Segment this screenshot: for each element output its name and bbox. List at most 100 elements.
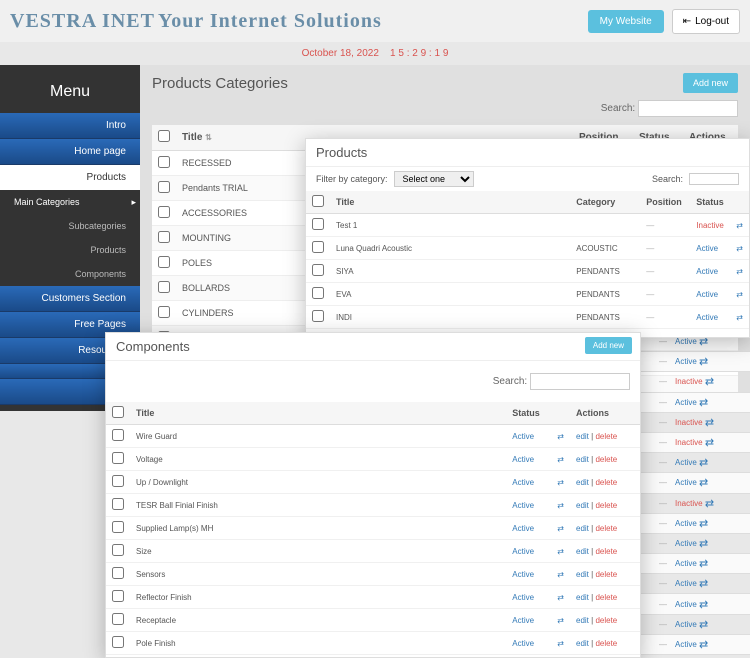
sync-icon[interactable]: ⇄ bbox=[699, 557, 708, 570]
sync-icon[interactable]: ⇄ bbox=[551, 563, 570, 586]
edit-link[interactable]: edit bbox=[576, 639, 589, 648]
sync-icon[interactable]: ⇄ bbox=[551, 540, 570, 563]
sync-icon[interactable]: ⇄ bbox=[730, 260, 749, 283]
menu-item[interactable]: Products bbox=[0, 165, 140, 190]
row-checkbox[interactable] bbox=[158, 281, 170, 293]
sync-icon[interactable]: ⇄ bbox=[699, 618, 708, 631]
edit-link[interactable]: edit bbox=[576, 616, 589, 625]
row-checkbox[interactable] bbox=[312, 287, 324, 299]
sync-icon[interactable]: ⇄ bbox=[699, 598, 708, 611]
pcol-category[interactable]: Category bbox=[570, 191, 640, 214]
sync-icon[interactable]: ⇄ bbox=[551, 517, 570, 540]
delete-link[interactable]: delete bbox=[595, 570, 617, 579]
row-checkbox[interactable] bbox=[112, 429, 124, 441]
edit-link[interactable]: edit bbox=[576, 501, 589, 510]
edit-link[interactable]: edit bbox=[576, 547, 589, 556]
menu-item[interactable]: Products bbox=[0, 238, 140, 262]
row-checkbox[interactable] bbox=[112, 567, 124, 579]
ccol-title[interactable]: Title bbox=[130, 402, 506, 425]
row-checkbox[interactable] bbox=[158, 181, 170, 193]
sync-icon[interactable]: ⇄ bbox=[699, 537, 708, 550]
sync-icon[interactable]: ⇄ bbox=[551, 471, 570, 494]
sync-icon[interactable]: ⇄ bbox=[730, 329, 749, 339]
edit-link[interactable]: edit bbox=[576, 478, 589, 487]
sync-icon[interactable]: ⇄ bbox=[705, 375, 714, 388]
pcol-status[interactable]: Status bbox=[690, 191, 730, 214]
products-search-input[interactable] bbox=[689, 173, 739, 185]
sync-icon[interactable]: ⇄ bbox=[699, 517, 708, 530]
row-checkbox[interactable] bbox=[158, 206, 170, 218]
edit-link[interactable]: edit bbox=[576, 524, 589, 533]
delete-link[interactable]: delete bbox=[595, 432, 617, 441]
row-checkbox[interactable] bbox=[112, 498, 124, 510]
sync-icon[interactable]: ⇄ bbox=[730, 214, 749, 237]
products-select-all[interactable] bbox=[312, 195, 324, 207]
row-checkbox[interactable] bbox=[158, 156, 170, 168]
delete-link[interactable]: delete bbox=[595, 524, 617, 533]
sync-icon[interactable]: ⇄ bbox=[699, 577, 708, 590]
sync-icon[interactable]: ⇄ bbox=[551, 655, 570, 658]
row-checkbox[interactable] bbox=[312, 310, 324, 322]
menu-item[interactable]: Components bbox=[0, 262, 140, 286]
pcol-title[interactable]: Title bbox=[330, 191, 570, 214]
sync-icon[interactable]: ⇄ bbox=[551, 632, 570, 655]
row-checkbox[interactable] bbox=[112, 475, 124, 487]
sync-icon[interactable]: ⇄ bbox=[730, 306, 749, 329]
row-checkbox[interactable] bbox=[112, 590, 124, 602]
sync-icon[interactable]: ⇄ bbox=[551, 494, 570, 517]
delete-link[interactable]: delete bbox=[595, 547, 617, 556]
delete-link[interactable]: delete bbox=[595, 478, 617, 487]
edit-link[interactable]: edit bbox=[576, 570, 589, 579]
bg-status: Active bbox=[675, 600, 697, 609]
row-checkbox[interactable] bbox=[112, 452, 124, 464]
delete-link[interactable]: delete bbox=[595, 501, 617, 510]
delete-link[interactable]: delete bbox=[595, 639, 617, 648]
my-website-button[interactable]: My Website bbox=[588, 10, 664, 33]
row-checkbox[interactable] bbox=[112, 613, 124, 625]
components-search-input[interactable] bbox=[530, 373, 630, 390]
menu-item[interactable]: Intro bbox=[0, 113, 140, 139]
sync-icon[interactable]: ⇄ bbox=[699, 355, 708, 368]
add-new-category-button[interactable]: Add new bbox=[683, 73, 738, 93]
row-checkbox[interactable] bbox=[312, 218, 324, 230]
row-checkbox[interactable] bbox=[158, 231, 170, 243]
sync-icon[interactable]: ⇄ bbox=[730, 237, 749, 260]
sync-icon[interactable]: ⇄ bbox=[705, 497, 714, 510]
sync-icon[interactable]: ⇄ bbox=[699, 456, 708, 469]
categories-search-input[interactable] bbox=[638, 100, 738, 117]
sync-icon[interactable]: ⇄ bbox=[699, 638, 708, 651]
select-all-checkbox[interactable] bbox=[158, 130, 170, 142]
sync-icon[interactable]: ⇄ bbox=[551, 586, 570, 609]
row-checkbox[interactable] bbox=[112, 636, 124, 648]
sync-icon[interactable]: ⇄ bbox=[551, 448, 570, 471]
menu-item[interactable]: Main Categories ▸ bbox=[0, 190, 140, 214]
sync-icon[interactable]: ⇄ bbox=[699, 476, 708, 489]
row-checkbox[interactable] bbox=[158, 306, 170, 318]
row-checkbox[interactable] bbox=[158, 256, 170, 268]
components-select-all[interactable] bbox=[112, 406, 124, 418]
add-new-component-button[interactable]: Add new bbox=[585, 337, 632, 354]
sync-icon[interactable]: ⇄ bbox=[705, 436, 714, 449]
row-checkbox[interactable] bbox=[312, 264, 324, 276]
row-checkbox[interactable] bbox=[112, 521, 124, 533]
sync-icon[interactable]: ⇄ bbox=[699, 396, 708, 409]
delete-link[interactable]: delete bbox=[595, 616, 617, 625]
menu-item[interactable]: Home page bbox=[0, 139, 140, 165]
delete-link[interactable]: delete bbox=[595, 593, 617, 602]
ccol-status[interactable]: Status bbox=[506, 402, 551, 425]
sync-icon[interactable]: ⇄ bbox=[705, 416, 714, 429]
logout-button[interactable]: ⇤ Log-out bbox=[672, 9, 740, 34]
menu-item[interactable]: Subcategories bbox=[0, 214, 140, 238]
delete-link[interactable]: delete bbox=[595, 455, 617, 464]
edit-link[interactable]: edit bbox=[576, 432, 589, 441]
edit-link[interactable]: edit bbox=[576, 593, 589, 602]
row-checkbox[interactable] bbox=[112, 544, 124, 556]
filter-select[interactable]: Select one bbox=[394, 171, 474, 187]
row-checkbox[interactable] bbox=[312, 241, 324, 253]
edit-link[interactable]: edit bbox=[576, 455, 589, 464]
menu-item[interactable]: Customers Section bbox=[0, 286, 140, 312]
sync-icon[interactable]: ⇄ bbox=[730, 283, 749, 306]
pcol-position[interactable]: Position bbox=[640, 191, 690, 214]
sync-icon[interactable]: ⇄ bbox=[551, 609, 570, 632]
sync-icon[interactable]: ⇄ bbox=[551, 425, 570, 448]
